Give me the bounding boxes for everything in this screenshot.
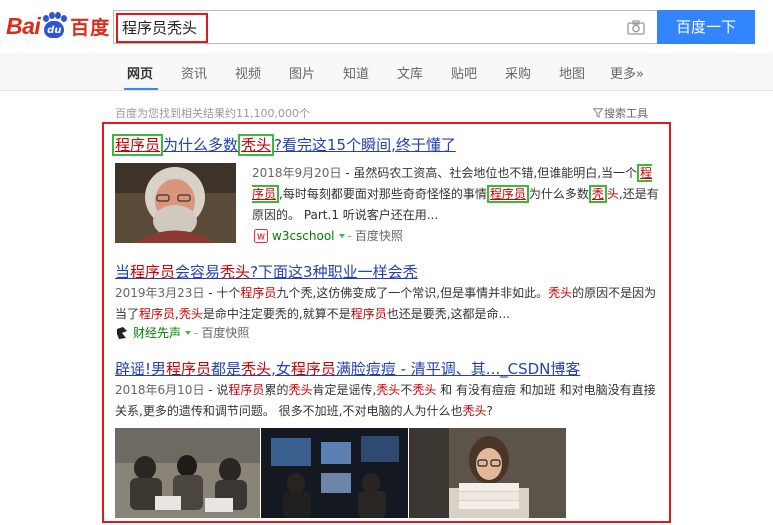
tab-more[interactable]: 更多»: [610, 63, 644, 82]
result-1-snapshot-link[interactable]: 百度快照: [355, 227, 403, 244]
tab-web[interactable]: 网页: [127, 63, 153, 82]
logo-cn-text: 百度: [70, 16, 111, 39]
tab-zhidao[interactable]: 知道: [343, 63, 369, 82]
caijing-icon: [117, 326, 127, 339]
tab-news[interactable]: 资讯: [181, 63, 207, 82]
camera-icon[interactable]: [627, 20, 645, 35]
result-count: 百度为您找到相关结果约11,100,000个: [115, 107, 310, 120]
search-tools[interactable]: 搜索工具: [593, 105, 648, 121]
search-tools-label: 搜索工具: [604, 107, 648, 120]
result-2-source-name: 财经先声: [133, 326, 182, 340]
result-3-image-2[interactable]: [261, 428, 408, 518]
search-button[interactable]: 百度一下: [657, 10, 755, 44]
tab-wenku[interactable]: 文库: [397, 63, 423, 82]
filter-icon: [593, 108, 603, 118]
result-1-source[interactable]: W w3cschool - 百度快照: [254, 227, 403, 244]
tab-map[interactable]: 地图: [559, 63, 585, 82]
chevron-down-icon[interactable]: [185, 330, 192, 335]
result-2-source[interactable]: 财经先声 - 百度快照: [115, 324, 249, 341]
result-3-image-3[interactable]: [409, 428, 566, 518]
result-2-snippet: 2019年3月23日 - 十个程序员九个秃,这仿佛变成了一个常识,但是事情并非如…: [115, 286, 657, 321]
baidu-logo[interactable]: Bai du 百度: [6, 8, 110, 44]
result-1-snippet: 2018年9月20日 - 虽然码农工资高、社会地位也不错,但谁能明白,当一个 程序…: [252, 164, 659, 222]
tab-images[interactable]: 图片: [289, 63, 315, 82]
result-1-thumbnail[interactable]: [115, 163, 236, 243]
result-1-title-hl-2: 秃头: [238, 134, 275, 156]
nav-tabs: 网页 资讯 视频 图片 知道 文库 贴吧 采购 地图 更多»: [0, 53, 773, 91]
active-tab-indicator: [124, 88, 158, 90]
paw-icon: du: [41, 12, 68, 39]
result-2-snapshot-link[interactable]: 百度快照: [201, 324, 249, 341]
result-1-title-hl-1: 程序员: [112, 134, 164, 156]
logo-bai-text: Bai: [6, 12, 41, 39]
tab-tieba[interactable]: 贴吧: [451, 63, 477, 82]
tab-purchase[interactable]: 采购: [505, 63, 531, 82]
result-3-title[interactable]: 辟谣!男程序员都是秃头,女程序员满脸痘痘 - 清平调、其..._CSDN博客: [115, 358, 580, 379]
result-3-image-1[interactable]: [115, 428, 260, 518]
result-1-source-name: w3cschool: [272, 228, 335, 243]
search-box[interactable]: 程序员秃头: [113, 10, 657, 44]
tab-video[interactable]: 视频: [235, 63, 261, 82]
search-input[interactable]: 程序员秃头: [116, 13, 208, 43]
result-2-title[interactable]: 当程序员会容易秃头?下面这3种职业一样会秃: [115, 261, 418, 282]
chevron-down-icon[interactable]: [338, 233, 345, 238]
w3cschool-icon: W: [254, 228, 268, 243]
result-3-snippet: 2018年6月10日 - 说程序员累的秃头肯定是谣传,秃头不秃头 和 有没有痘痘…: [115, 383, 656, 418]
header: Bai du 百度 程序员秃头 百度一下: [0, 0, 773, 53]
svg-text:W: W: [257, 232, 265, 241]
result-1-title[interactable]: 程序员 为什么多数 秃头 ?看完这15个瞬间,终于懂了: [112, 134, 456, 156]
